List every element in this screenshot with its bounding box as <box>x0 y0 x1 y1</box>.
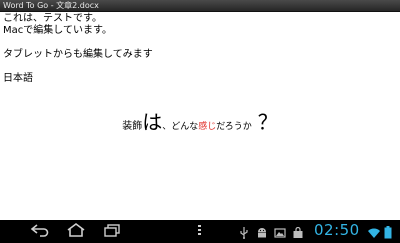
shopping-bag-icon <box>292 224 304 238</box>
doc-line-2: Macで編集しています。 <box>3 25 112 36</box>
decorated-line: 装飾は、どんな感じだろうか ？ <box>0 110 400 139</box>
doc-line-4: 日本語 <box>3 73 33 84</box>
decorated-part-4-red: 感じ <box>198 122 217 132</box>
decorated-part-2: は <box>142 110 163 134</box>
decorated-part-3: 、どんな <box>162 122 199 132</box>
status-clock: 02:50 <box>314 221 360 239</box>
doc-line-3: タブレットからも編集してみます <box>3 49 153 60</box>
back-icon[interactable] <box>28 223 52 237</box>
battery-icon <box>384 224 392 239</box>
usb-icon <box>238 224 250 239</box>
android-debug-icon <box>256 224 268 238</box>
recent-apps-icon[interactable] <box>100 223 124 237</box>
document-area[interactable]: これは、テストです。 Macで編集しています。 タブレットからも編集してみます … <box>0 12 400 220</box>
doc-line-1: これは、テストです。 <box>3 13 102 24</box>
system-navigation-bar: 02:50 <box>0 220 400 240</box>
title-bar: Word To Go - 文章2.docx <box>0 0 400 12</box>
decorated-part-6: ？ <box>257 110 278 134</box>
wifi-icon <box>368 224 380 238</box>
screenshot-icon <box>274 224 286 238</box>
decorated-part-1: 装飾 <box>122 121 143 132</box>
menu-icon[interactable] <box>188 223 212 237</box>
window-title: Word To Go - 文章2.docx <box>3 1 99 10</box>
decorated-part-5: だろうか <box>216 122 252 132</box>
home-icon[interactable] <box>64 223 88 237</box>
